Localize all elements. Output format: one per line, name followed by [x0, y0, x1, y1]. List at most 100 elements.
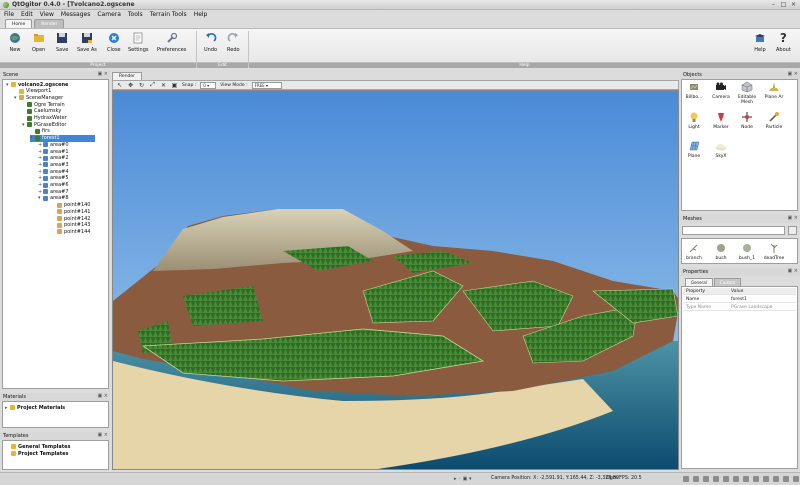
dock-controls-icon[interactable]: ▣ ×	[97, 393, 108, 399]
tree-item-label: area#0	[50, 141, 69, 148]
status-toggle-icon[interactable]	[713, 476, 719, 482]
tab-render[interactable]: Render	[34, 19, 65, 28]
view-mode-value: FREE	[254, 82, 265, 88]
status-toggle-icon[interactable]	[763, 476, 769, 482]
view-mode-combo[interactable]: FREE ▾	[251, 81, 282, 89]
tab-custom[interactable]: Custom	[714, 278, 742, 286]
group-edit-label: Edit	[197, 62, 248, 68]
status-toggle-icon[interactable]	[723, 476, 729, 482]
menu-messages[interactable]: Messages	[61, 11, 90, 18]
delete-tool-icon[interactable]: ✕	[160, 82, 167, 89]
object-particle[interactable]: Particle	[762, 111, 786, 130]
status-toggle-icon[interactable]	[733, 476, 739, 482]
scene-title: Scene	[3, 72, 19, 78]
tab-home[interactable]: Home	[5, 19, 33, 28]
about-button[interactable]: ? About	[776, 32, 791, 53]
tab-general[interactable]: General	[685, 278, 713, 286]
sky-icon	[27, 108, 32, 114]
table-row[interactable]: Name forest1	[683, 296, 796, 303]
status-toggle-icon[interactable]	[743, 476, 749, 482]
undo-button[interactable]: Undo	[204, 32, 217, 53]
dock-controls-icon[interactable]: ▣ ×	[787, 215, 798, 221]
area-icon	[43, 162, 48, 168]
mesh-item[interactable]: bush	[709, 242, 733, 261]
object-camera[interactable]: Camera	[709, 81, 733, 100]
object-plane-array[interactable]: Plane Ar	[762, 81, 786, 100]
mesh-filter-button[interactable]	[788, 226, 797, 235]
menu-terrain-tools[interactable]: Terrain Tools	[150, 11, 187, 18]
properties-table	[681, 286, 798, 469]
settings-button[interactable]: Settings	[128, 32, 149, 53]
dock-controls-icon[interactable]: ▣ ×	[97, 432, 108, 438]
mesh-item[interactable]: branch	[682, 242, 706, 261]
status-toggle-icon[interactable]	[703, 476, 709, 482]
status-toggle-icon[interactable]	[773, 476, 779, 482]
menu-view[interactable]: View	[40, 11, 54, 18]
tree-item-label: SceneManager	[26, 94, 64, 101]
dock-controls-icon[interactable]: ▣ ×	[97, 71, 108, 77]
status-toggle-icon[interactable]	[753, 476, 759, 482]
object-editable-mesh[interactable]: Editable Mesh	[735, 81, 759, 105]
menu-camera[interactable]: Camera	[97, 11, 121, 18]
mesh-item[interactable]: bush_1	[735, 242, 759, 261]
menu-help[interactable]: Help	[194, 11, 208, 18]
move-tool-icon[interactable]: ✥	[127, 82, 134, 89]
object-plane[interactable]: Plane	[682, 140, 706, 159]
object-billboard[interactable]: Billbo...	[682, 81, 706, 100]
mesh-search-input[interactable]	[682, 226, 785, 235]
minimize-icon[interactable]: –	[770, 1, 777, 8]
materials-list[interactable]: ▸ Project Materials	[2, 401, 109, 428]
maximize-icon[interactable]: □	[780, 1, 787, 8]
tab-render-viewport[interactable]: Render	[112, 72, 143, 80]
templates-list[interactable]: General Templates Project Templates	[2, 440, 109, 470]
close-window-icon[interactable]: ×	[790, 1, 797, 8]
list-item[interactable]: ▸ Project Materials	[5, 404, 65, 411]
menu-edit[interactable]: Edit	[21, 11, 33, 18]
rotate-tool-icon[interactable]: ↻	[138, 82, 145, 89]
close-button[interactable]: Close	[107, 32, 121, 53]
property-value: PGrase Landscape	[731, 304, 773, 310]
menu-file[interactable]: File	[4, 11, 14, 18]
mesh-icon	[741, 81, 753, 93]
preferences-button[interactable]: Preferences	[157, 32, 186, 53]
camera-tool-icon[interactable]: ▣	[171, 82, 178, 89]
wrench-icon	[166, 32, 177, 43]
select-tool-icon[interactable]: ↖	[116, 82, 123, 89]
save-button[interactable]: Save	[56, 32, 68, 53]
tree-item-label: area#6	[50, 182, 69, 188]
object-marker[interactable]: Marker	[709, 111, 733, 130]
status-toggle-icon[interactable]	[693, 476, 699, 482]
materials-dock-title: Materials ▣ ×	[0, 393, 110, 401]
tree-item-point[interactable]: point#144	[52, 228, 90, 235]
snap-combo[interactable]: 0 ▾	[200, 81, 217, 89]
table-row[interactable]: Type Name PGrase Landscape	[683, 304, 796, 311]
billboard-icon	[690, 84, 698, 90]
about-label: About	[776, 47, 791, 53]
open-button[interactable]: Open	[32, 32, 45, 53]
scale-tool-icon[interactable]: ⤢	[149, 81, 156, 89]
dock-controls-icon[interactable]: ▣ ×	[787, 71, 798, 77]
dock-controls-icon[interactable]: ▣ ×	[787, 268, 798, 274]
object-node[interactable]: Node	[735, 111, 759, 130]
mesh-item[interactable]: deadTree	[762, 242, 786, 261]
status-camera-icons[interactable]: ▸ ◦ ▣ ▾	[454, 476, 484, 482]
status-toggle-icon[interactable]	[793, 476, 799, 482]
redo-button[interactable]: Redo	[227, 32, 240, 53]
status-toggle-icon[interactable]	[783, 476, 789, 482]
menu-tools[interactable]: Tools	[128, 11, 143, 18]
object-skyx[interactable]: SkyX	[709, 140, 733, 159]
object-label: Marker	[713, 125, 729, 130]
3d-viewport[interactable]	[112, 90, 679, 470]
new-button[interactable]: New	[9, 32, 21, 53]
status-toggle-icon[interactable]	[683, 476, 689, 482]
project-templates-label: Project Templates	[18, 450, 69, 457]
property-value[interactable]: forest1	[731, 297, 747, 302]
properties-title: Properties	[683, 269, 709, 275]
object-light[interactable]: Light	[682, 111, 706, 130]
help-button[interactable]: Help	[754, 32, 766, 53]
cloud-icon	[716, 143, 726, 151]
templates-dock-title: Templates ▣ ×	[0, 432, 110, 440]
save-as-button[interactable]: Save As	[77, 32, 97, 53]
list-item[interactable]: General Templates	[11, 443, 71, 450]
list-item[interactable]: Project Templates	[11, 450, 69, 457]
